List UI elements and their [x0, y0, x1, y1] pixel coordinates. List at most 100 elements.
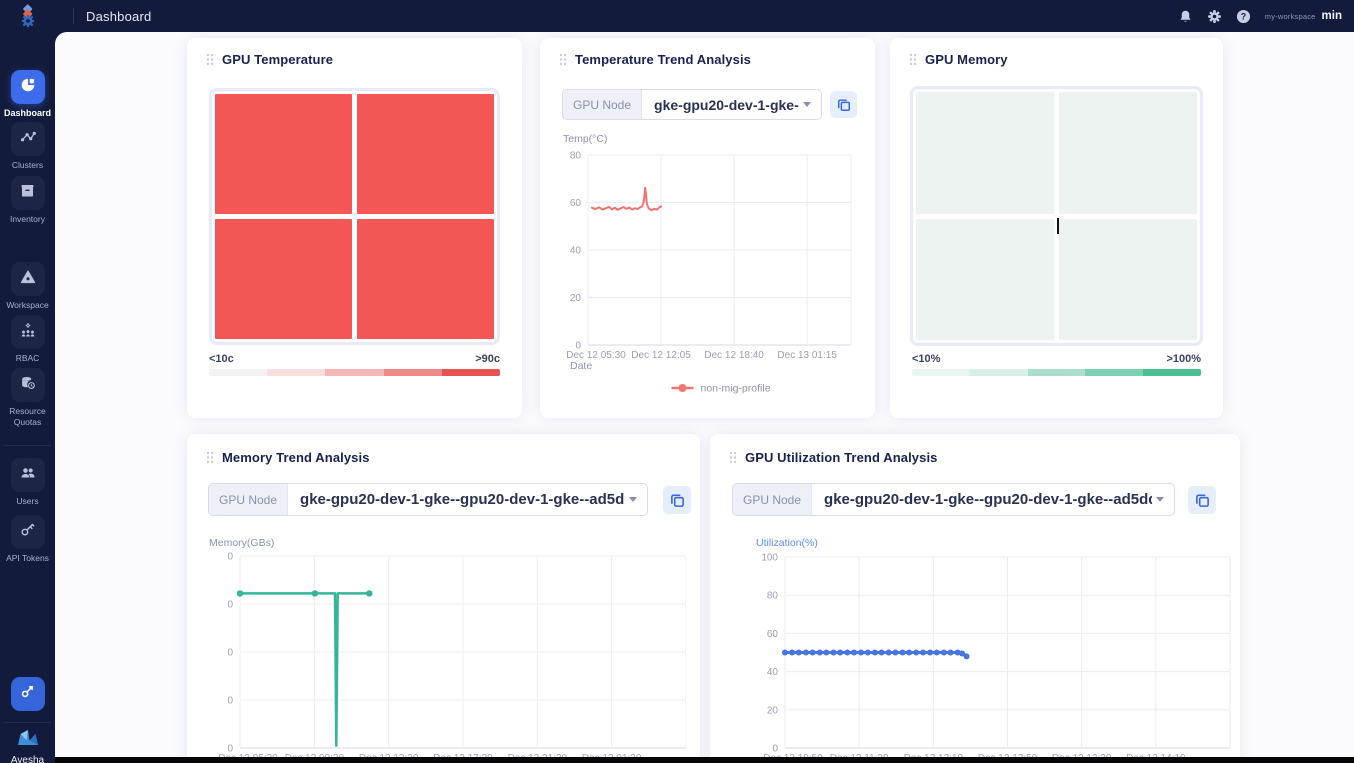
svg-text:Temp(°C): Temp(°C) [563, 133, 607, 145]
drag-handle-icon[interactable] [729, 451, 737, 464]
svg-text:80: 80 [570, 151, 582, 162]
app-root: Dashboard ? my [0, 0, 1354, 763]
rbac-people-gear-icon [19, 321, 37, 344]
svg-text:60: 60 [767, 629, 779, 640]
users-icon [19, 464, 37, 487]
svg-text:Dec 12 12:05: Dec 12 12:05 [631, 350, 691, 361]
resource-quotas-tile [11, 368, 45, 402]
heatmap-cell[interactable] [215, 94, 352, 214]
sidebar-item-resource-quotas[interactable]: Resource Quotas [0, 368, 55, 427]
svg-text:Date: Date [570, 360, 592, 372]
svg-text:Memory(GBs): Memory(GBs) [209, 537, 274, 549]
user-name[interactable]: min [1322, 10, 1342, 22]
avesha-crown-icon [13, 728, 43, 753]
svg-text:20: 20 [767, 705, 779, 716]
svg-text:0: 0 [227, 552, 233, 563]
quick-access-tile [11, 677, 45, 711]
heatmap-cell[interactable] [357, 219, 494, 339]
drag-handle-icon[interactable] [909, 53, 917, 66]
sidebar-item-api-tokens[interactable]: API Tokens [0, 515, 55, 564]
drag-handle-icon[interactable] [559, 53, 567, 66]
heatmap-cell[interactable] [1059, 92, 1197, 214]
bottom-edge-bar [55, 757, 1354, 763]
svg-text:20: 20 [570, 293, 582, 304]
notifications-bell-icon[interactable] [1178, 8, 1194, 24]
sidebar-item-inventory[interactable]: Inventory [0, 176, 55, 225]
chevron-down-icon [629, 497, 637, 502]
scale-max-label: >100% [1166, 353, 1201, 365]
text-cursor-artifact [1057, 218, 1059, 234]
rbac-people-gear-icon-tile [11, 315, 45, 349]
gpu-node-select[interactable]: GPU Node gke-gpu20-dev-1-gke--gpu20-dev-… [208, 483, 648, 516]
heatmap-cell[interactable] [916, 92, 1054, 214]
users-tile [11, 458, 45, 492]
sidebar: Dashboard Clusters Inventory [0, 32, 55, 763]
heatmap-cell[interactable] [916, 219, 1054, 341]
svg-text:80: 80 [767, 591, 779, 602]
drag-handle-icon[interactable] [206, 53, 214, 66]
drag-handle-icon[interactable] [206, 451, 214, 464]
card-title: GPU Utilization Trend Analysis [745, 450, 938, 465]
sidebar-quick-access[interactable] [0, 677, 55, 711]
main-content: GPU Temperature <10c >90c [55, 32, 1354, 763]
card-utilization-trend: GPU Utilization Trend Analysis GPU Node … [710, 434, 1240, 763]
app-logo[interactable] [0, 4, 55, 28]
scale-min-label: <10c [209, 353, 234, 365]
gpu-node-select-value: gke-gpu20-dev-1-gke--gpu20-dev-1-gke--ad… [812, 484, 1152, 515]
sidebar-item-users[interactable]: Users [0, 458, 55, 507]
gpu-temperature-heatmap[interactable] [209, 88, 500, 345]
launch-key-icon [19, 683, 36, 705]
heatmap-cell[interactable] [357, 94, 494, 214]
sidebar-item-clusters[interactable]: Clusters [0, 122, 55, 171]
api-tokens-tile [11, 515, 45, 549]
copy-icon [670, 493, 685, 508]
clusters-tile [11, 122, 45, 156]
copy-icon [837, 98, 851, 112]
copy-button[interactable] [663, 486, 691, 514]
svg-text:0: 0 [227, 600, 233, 611]
card-title: GPU Temperature [222, 52, 333, 67]
utilization-trend-chart: 100806040200Dec 12 10:50Dec 12 11:30Dec … [738, 534, 1238, 763]
card-temperature-trend: Temperature Trend Analysis GPU Node gke-… [540, 38, 875, 418]
copy-button[interactable] [1188, 486, 1216, 514]
pie-chart-icon [19, 76, 37, 99]
gpu-node-select[interactable]: GPU Node gke-gpu20-dev-1-gke--gpu20-dev-… [732, 483, 1175, 516]
resource-quotas-coins-icon [19, 374, 37, 397]
gpu-memory-heatmap[interactable] [910, 86, 1203, 346]
sidebar-bottom-divider [4, 722, 51, 723]
gpu-node-select-value: gke-gpu20-dev-1-gke--g [642, 90, 799, 119]
gpu-node-select[interactable]: GPU Node gke-gpu20-dev-1-gke--g [562, 89, 822, 120]
sidebar-brand[interactable]: Avesha [0, 728, 55, 763]
heatmap-cell[interactable] [215, 219, 352, 339]
scale-max-label: >90c [475, 353, 500, 365]
svg-text:60: 60 [570, 198, 582, 209]
svg-text:40: 40 [570, 246, 582, 257]
gpu-node-select-label: GPU Node [563, 90, 642, 119]
copy-button[interactable] [830, 91, 857, 118]
svg-text:0: 0 [227, 696, 233, 707]
chevron-down-icon [1156, 497, 1164, 502]
heatmap-cell[interactable] [1059, 219, 1197, 341]
sidebar-item-rbac[interactable]: RBAC [0, 315, 55, 364]
temperature-scale-bar [209, 369, 500, 376]
key-icon [19, 521, 36, 543]
svg-text:non-mig-profile: non-mig-profile [701, 383, 771, 395]
sidebar-divider [4, 445, 51, 446]
help-icon[interactable]: ? [1236, 8, 1252, 24]
workspace-name[interactable]: my-workspace [1265, 12, 1316, 21]
card-gpu-temperature: GPU Temperature <10c >90c [187, 38, 522, 418]
card-title: Temperature Trend Analysis [575, 52, 751, 67]
sidebar-item-workspace[interactable]: Workspace [0, 262, 55, 311]
sidebar-item-dashboard[interactable]: Dashboard [0, 70, 55, 119]
memory-scale-labels: <10% >100% [912, 353, 1201, 365]
cluster-graph-icon [19, 128, 37, 151]
inventory-box-icon [19, 182, 36, 204]
card-memory-trend: Memory Trend Analysis GPU Node gke-gpu20… [187, 434, 700, 763]
settings-gear-icon[interactable] [1207, 8, 1223, 24]
workspace-tile [11, 262, 45, 296]
card-gpu-memory: GPU Memory <10% >100% [890, 38, 1223, 418]
gpu-node-select-label: GPU Node [209, 484, 288, 515]
temperature-trend-chart: 806040200Dec 12 05:30Dec 12 12:05Dec 12 … [562, 130, 853, 398]
inventory-tile [11, 176, 45, 210]
svg-text:?: ? [1241, 11, 1246, 21]
